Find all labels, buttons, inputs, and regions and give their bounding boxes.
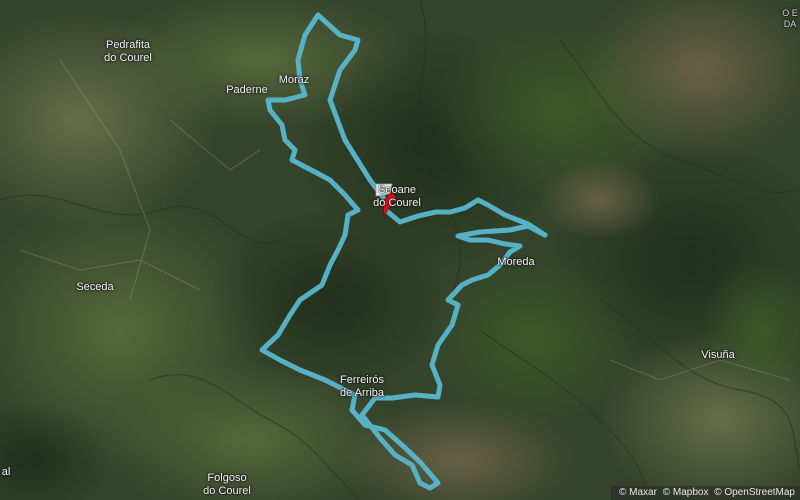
place-label-line: Visuña — [701, 349, 735, 361]
attribution-osm-link[interactable]: © OpenStreetMap — [714, 487, 795, 498]
place-label-ferreiros: Ferreirós de Arriba — [340, 374, 384, 400]
place-label-line: Folgoso — [207, 472, 247, 484]
place-label-edge-w: al — [2, 466, 11, 479]
map-view[interactable]: Pedrafita do Courel Paderne Moraz Seoane… — [0, 0, 800, 500]
place-label-line: de Arriba — [339, 387, 385, 399]
map-attribution: © Maxar © Mapbox © OpenStreetMap — [611, 486, 800, 500]
place-label-line: do Courel — [373, 197, 421, 209]
place-label-line: Moreda — [497, 256, 535, 268]
place-label-pedrafita: Pedrafita do Courel — [104, 39, 152, 65]
place-label-seceda: Seceda — [76, 281, 113, 294]
place-label-line: Seoane — [378, 184, 416, 196]
place-label-moraz: Moraz — [279, 74, 310, 87]
attribution-mapbox-link[interactable]: © Mapbox — [663, 487, 709, 498]
attribution-maxar-link[interactable]: © Maxar — [619, 487, 657, 498]
place-label-line: O E — [782, 8, 798, 18]
place-label-line: DA — [783, 19, 797, 29]
place-label-line: Seceda — [76, 281, 114, 293]
place-label-moreda: Moreda — [497, 256, 534, 269]
place-label-line: do Courel — [104, 52, 152, 64]
place-label-visuna: Visuña — [701, 349, 734, 362]
place-label-corner-ne: O E DA — [782, 8, 798, 30]
place-label-seoane: Seoane do Courel — [373, 184, 421, 210]
place-label-line: Pedrafita — [105, 39, 151, 51]
place-label-paderne: Paderne — [226, 84, 268, 97]
place-label-folgoso: Folgoso do Courel — [203, 472, 251, 498]
place-label-line: do Courel — [203, 485, 251, 497]
place-label-line: Moraz — [278, 74, 310, 86]
satellite-terrain — [0, 0, 800, 500]
place-label-line: Paderne — [226, 84, 268, 96]
place-label-line: Ferreirós — [339, 374, 384, 386]
place-label-line: al — [1, 466, 11, 478]
